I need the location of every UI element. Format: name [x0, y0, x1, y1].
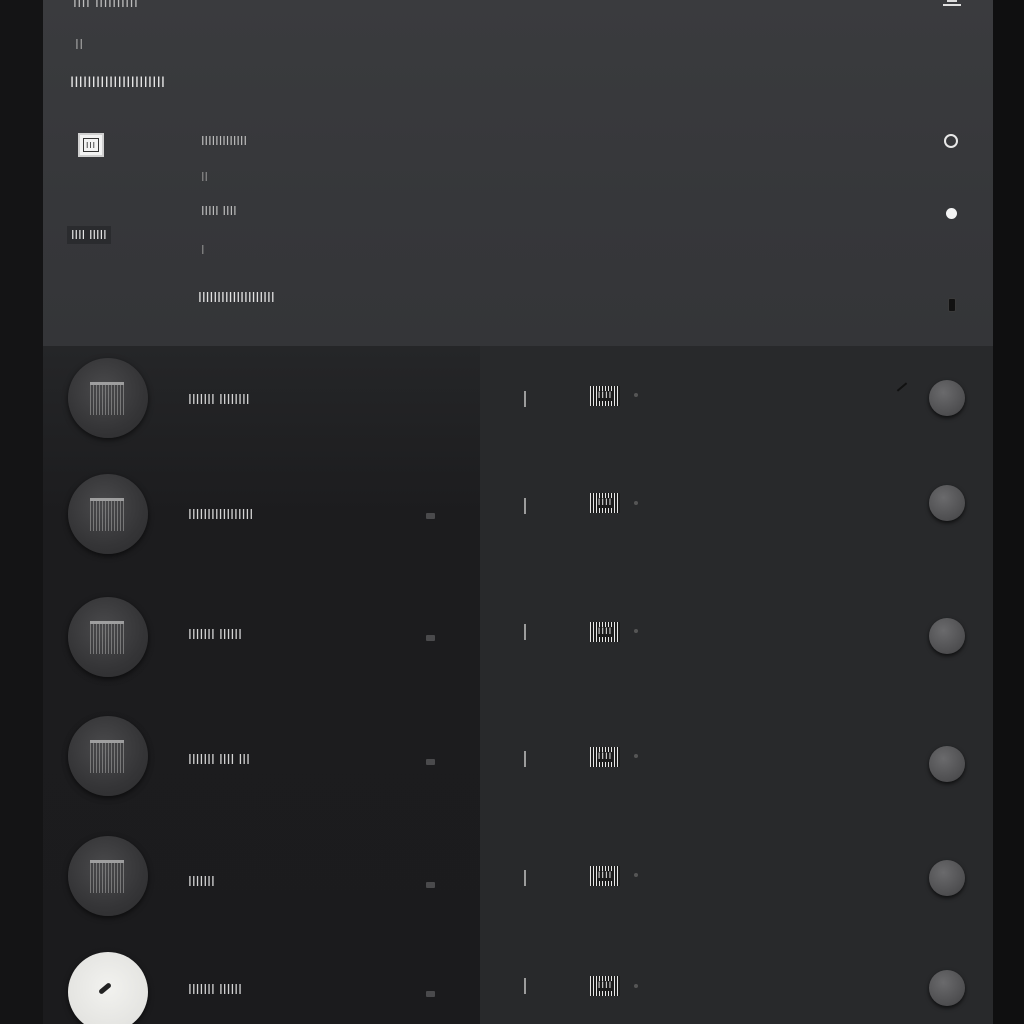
pin-icon: [524, 751, 526, 767]
list-item[interactable]: IIIIIII IIIIII IIII: [43, 946, 993, 1024]
item-code: IIII: [590, 386, 620, 406]
field-label-3[interactable]: IIIIIIIIIIIIIIIIIIII: [198, 291, 275, 306]
item-code-text: IIII: [596, 752, 614, 762]
field-value-2: I: [201, 243, 205, 257]
item-marker-icon: [426, 759, 435, 765]
item-code: IIII: [590, 866, 620, 886]
dot-icon[interactable]: [946, 208, 957, 219]
item-code: IIII: [590, 976, 620, 996]
pin-icon: [524, 870, 526, 886]
field-label-1: IIIIIIIIIIIII: [201, 134, 248, 148]
header-subtitle: II: [75, 38, 84, 53]
pin-icon: [524, 624, 526, 640]
item-glyph-icon: [90, 382, 124, 415]
item-code: IIII: [590, 747, 620, 767]
toggle-button[interactable]: [929, 485, 965, 521]
list-item[interactable]: IIIIIIIIIIIIIIIII IIII: [43, 466, 993, 586]
avatar: [68, 358, 148, 438]
main-panel: IIII IIIIIIIIII II IIIIIIIIIIIIIIIIIIIII…: [43, 0, 993, 1024]
status-dot: [634, 393, 638, 397]
list-item-label: IIIIIII IIIIIIII: [188, 393, 250, 408]
item-code: IIII: [590, 622, 620, 642]
list-item[interactable]: IIIIIII IIII: [43, 826, 993, 946]
list-item-label: IIIIIII IIIIII: [188, 628, 242, 643]
small-square-icon[interactable]: [948, 298, 956, 312]
toggle-button[interactable]: [929, 970, 965, 1006]
edit-icon[interactable]: [896, 382, 908, 392]
toggle-button[interactable]: [929, 746, 965, 782]
item-code: IIII: [590, 493, 620, 513]
app-window: IIII IIIIIIIIII II IIIIIIIIIIIIIIIIIIIII…: [0, 0, 1024, 1024]
app-logo-icon: III: [78, 133, 104, 157]
window-icon[interactable]: [943, 0, 961, 6]
item-glyph-icon: [90, 621, 124, 654]
list-item[interactable]: IIIIIII IIII III IIII: [43, 706, 993, 826]
field-value-1: II: [201, 170, 209, 184]
avatar: [68, 597, 148, 677]
item-marker-icon: [426, 991, 435, 997]
field-label-2: IIIII IIII: [201, 204, 237, 218]
pin-icon: [524, 391, 526, 407]
app-logo-text: III: [83, 138, 99, 152]
status-dot: [634, 754, 638, 758]
toggle-button[interactable]: [929, 618, 965, 654]
item-code-text: IIII: [596, 391, 614, 401]
toggle-button[interactable]: [929, 860, 965, 896]
status-dot: [634, 873, 638, 877]
item-marker-icon: [426, 635, 435, 641]
list-item[interactable]: IIIIIII IIIIIIII IIII: [43, 346, 993, 466]
account-label[interactable]: IIII IIIII: [67, 226, 111, 244]
page-title: IIIIIIIIIIIIIIIIIIIIII: [70, 75, 166, 91]
alarm-icon[interactable]: [944, 134, 958, 148]
toggle-button[interactable]: [929, 380, 965, 416]
edit-pen-icon: [98, 982, 112, 995]
status-dot: [634, 629, 638, 633]
avatar: [68, 952, 148, 1024]
item-code-text: IIII: [596, 627, 614, 637]
item-glyph-icon: [90, 860, 124, 893]
window-title: IIII IIIIIIIIII: [73, 0, 139, 11]
item-code-text: IIII: [596, 871, 614, 881]
avatar: [68, 716, 148, 796]
status-dot: [634, 501, 638, 505]
status-dot: [634, 984, 638, 988]
list-item-label: IIIIIII IIIIII: [188, 983, 242, 998]
item-marker-icon: [426, 513, 435, 519]
list-item-label: IIIIIII: [188, 875, 215, 890]
window-edge: [993, 0, 1024, 1024]
list-item-label: IIIIIII IIII III: [188, 753, 250, 768]
avatar: [68, 836, 148, 916]
item-code-text: IIII: [596, 498, 614, 508]
pin-icon: [524, 498, 526, 514]
item-code-text: IIII: [596, 981, 614, 991]
header-panel: IIII IIIIIIIIII II IIIIIIIIIIIIIIIIIIIII…: [43, 0, 993, 346]
item-glyph-icon: [90, 740, 124, 773]
list-item-label: IIIIIIIIIIIIIIIII: [188, 508, 254, 523]
pin-icon: [524, 978, 526, 994]
avatar: [68, 474, 148, 554]
list-item[interactable]: IIIIIII IIIIII IIII: [43, 586, 993, 706]
item-marker-icon: [426, 882, 435, 888]
item-glyph-icon: [90, 498, 124, 531]
